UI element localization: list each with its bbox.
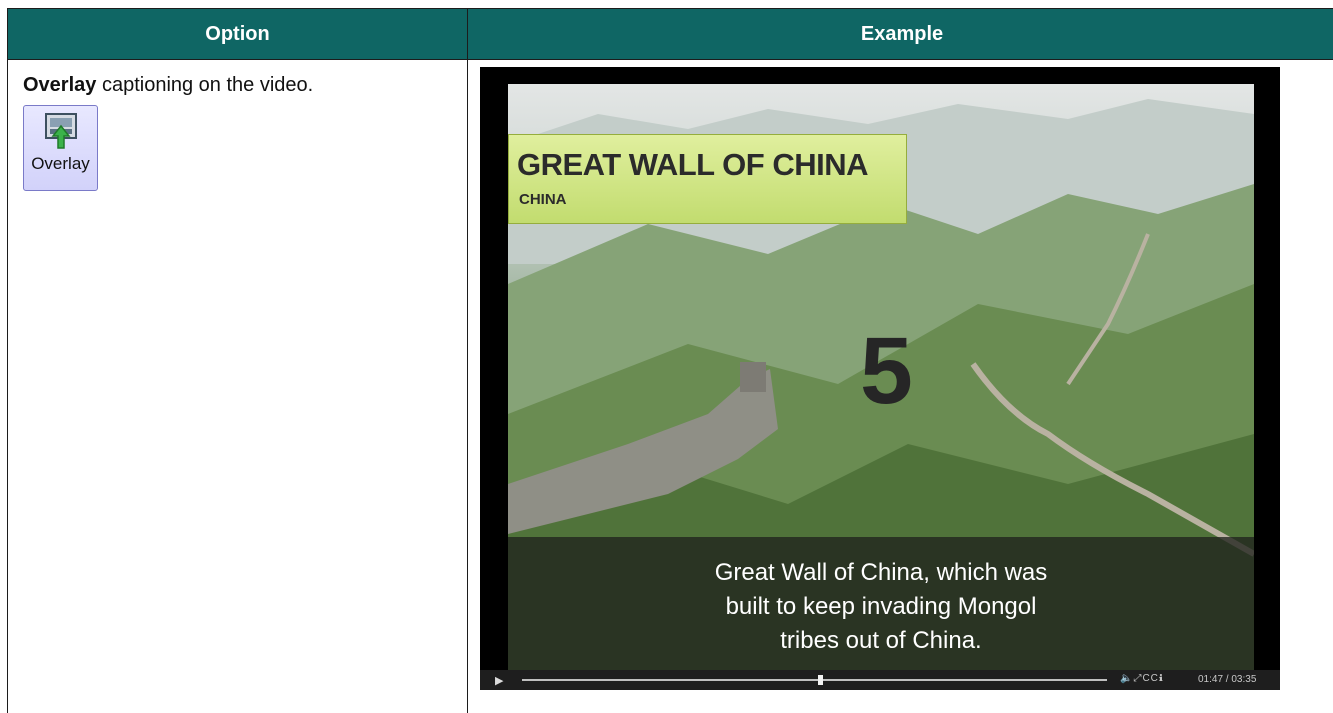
timecode: 01:47 / 03:35: [1198, 674, 1257, 685]
header-option: Option: [7, 8, 468, 60]
control-icons: 🔈⤢CCℹ: [1120, 673, 1164, 684]
caption-line: Great Wall of China, which was: [714, 559, 1048, 586]
example-cell: GREAT WALL OF CHINA CHINA 5 Great Wall o…: [467, 59, 1333, 713]
overlay-icon: [44, 113, 77, 149]
table-row: Overlay captioning on the video. Overlay: [7, 59, 1333, 713]
video-player[interactable]: GREAT WALL OF CHINA CHINA 5 Great Wall o…: [480, 67, 1280, 690]
volume-icon[interactable]: 🔈: [1120, 673, 1133, 684]
options-table: Option Example Overlay captioning on the…: [7, 8, 1333, 713]
title-main: GREAT WALL OF CHINA: [517, 147, 869, 182]
option-description-text: captioning on the video.: [96, 74, 314, 96]
header-row: Option Example: [7, 8, 1333, 60]
caption-line: tribes out of China.: [780, 627, 982, 654]
caption-line: built to keep invading Mongol: [725, 593, 1037, 620]
player-controls: ▶ 🔈⤢CCℹ 01:47 / 03:35: [480, 670, 1280, 690]
option-description: Overlay captioning on the video.: [23, 74, 467, 97]
title-sub: CHINA: [519, 191, 567, 208]
info-icon[interactable]: ℹ: [1159, 673, 1164, 684]
progress-bar[interactable]: [522, 675, 1107, 685]
overlay-button-label: Overlay: [31, 154, 90, 173]
caption-overlay: Great Wall of China, which was built to …: [508, 537, 1254, 670]
cc-icon[interactable]: CC: [1142, 673, 1158, 684]
progress-knob[interactable]: [818, 675, 824, 685]
header-example: Example: [467, 8, 1333, 60]
title-card: GREAT WALL OF CHINA CHINA: [508, 134, 907, 224]
option-cell: Overlay captioning on the video. Overlay: [7, 59, 468, 713]
video-frame: GREAT WALL OF CHINA CHINA 5 Great Wall o…: [508, 84, 1254, 670]
countdown-number: 5: [860, 318, 913, 424]
overlay-button[interactable]: Overlay: [23, 105, 98, 191]
play-icon[interactable]: ▶: [495, 674, 503, 687]
option-term: Overlay: [23, 74, 97, 96]
